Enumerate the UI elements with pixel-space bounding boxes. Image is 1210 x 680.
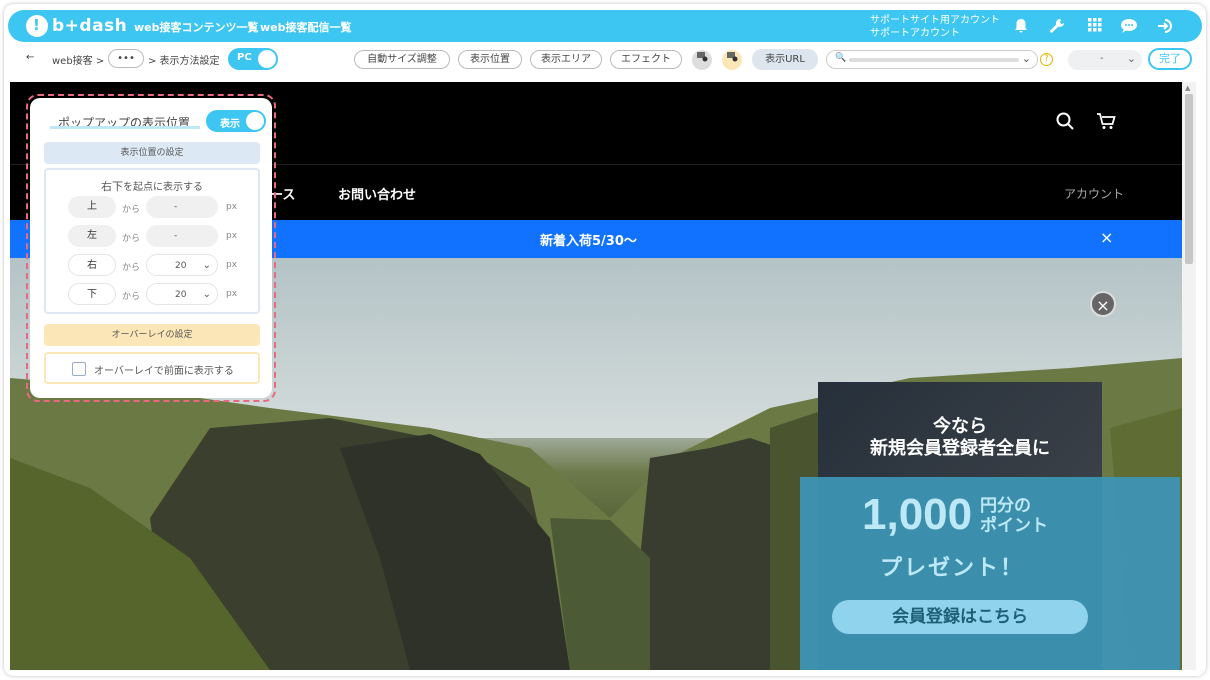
signup-button[interactable]: 会員登録はこちら xyxy=(832,600,1088,634)
origin-text: 右下を起点に表示する xyxy=(46,178,258,194)
chat-icon[interactable] xyxy=(1120,18,1138,36)
nav-delivery-list[interactable]: web接客配信一覧 xyxy=(260,19,352,35)
back-button[interactable]: ← xyxy=(26,52,34,63)
display-url-button[interactable]: 表示URL xyxy=(752,49,818,70)
breadcrumb-current: > 表示方法設定 xyxy=(148,56,220,67)
support-account-line2: サポートアカウント xyxy=(870,28,960,39)
secondary-select[interactable]: - ⌄ xyxy=(1068,50,1142,70)
chevron-down-icon: ⌄ xyxy=(1126,52,1136,65)
left-label: 左 xyxy=(68,225,116,247)
chevron-down-icon: ⌄ xyxy=(1021,52,1031,65)
search-icon: 🔍 xyxy=(835,53,847,63)
site-account-link[interactable]: アカウント xyxy=(1064,185,1124,202)
bottom-label: 下 xyxy=(68,283,116,305)
url-value xyxy=(849,58,1019,62)
wrench-icon[interactable] xyxy=(1048,18,1066,36)
cart-icon[interactable] xyxy=(1096,112,1116,135)
bottom-offset-select[interactable]: 20 ⌄ xyxy=(146,283,218,305)
position-button[interactable]: 表示位置 xyxy=(458,50,522,69)
top-header: b+dash web接客コンテンツ一覧 web接客配信一覧 サポートサイト用アカ… xyxy=(8,10,1202,42)
overlay-option: オーバーレイで前面に表示する xyxy=(44,352,260,384)
overlay-checkbox-label[interactable]: オーバーレイで前面に表示する xyxy=(94,362,234,377)
left-offset-value: - xyxy=(174,231,178,241)
search-icon[interactable] xyxy=(1056,112,1074,135)
popup-unit-line2: ポイント xyxy=(980,516,1048,536)
bottom-unit: px xyxy=(226,289,238,299)
support-account-line1: サポートサイト用アカウント xyxy=(870,15,1000,26)
top-offset-value: - xyxy=(174,202,178,212)
popup-close-icon[interactable]: × xyxy=(1090,291,1116,317)
device-toggle-knob xyxy=(258,50,276,68)
breadcrumb-root[interactable]: web接客 > xyxy=(52,52,104,67)
scroll-up-icon[interactable]: ▲ xyxy=(1185,84,1190,92)
display-toggle-label: 表示 xyxy=(220,119,240,130)
effect-button[interactable]: エフェクト xyxy=(610,50,682,69)
logout-icon[interactable] xyxy=(1156,18,1174,36)
breadcrumb-more-button[interactable]: ••• xyxy=(108,49,144,68)
position-section-header: 表示位置の設定 xyxy=(44,142,260,164)
right-offset-value: 20 xyxy=(175,261,187,271)
panel-title-underline xyxy=(50,126,200,129)
popup-line2: 新規会員登録者全員に xyxy=(870,438,1050,459)
top-label: 上 xyxy=(68,196,116,218)
support-account[interactable]: サポートサイト用アカウント サポートアカウント xyxy=(870,14,1000,40)
position-settings-panel: ポップアップの表示位置 表示 表示位置の設定 右下を起点に表示する 上 から -… xyxy=(30,98,272,398)
popup-unit: 円分の ポイント xyxy=(980,496,1048,536)
right-offset-select[interactable]: 20 ⌄ xyxy=(146,254,218,276)
popup-unit-line1: 円分の xyxy=(980,496,1031,516)
left-offset-select: - xyxy=(146,225,218,247)
top-offset-select: - xyxy=(146,196,218,218)
top-from: から xyxy=(122,205,141,215)
overlay-section-header: オーバーレイの設定 xyxy=(44,324,260,346)
logo-text: b+dash xyxy=(52,16,128,36)
scrollbar-thumb[interactable] xyxy=(1185,94,1193,264)
right-unit: px xyxy=(226,260,238,270)
device-toggle[interactable]: PC xyxy=(228,48,278,70)
overlay-checkbox[interactable] xyxy=(72,362,86,376)
left-unit: px xyxy=(226,231,238,241)
logo[interactable]: b+dash xyxy=(26,14,127,38)
settings-toolbar: ← web接客 > ••• > 表示方法設定 PC 自動サイズ調整 表示位置 表… xyxy=(4,44,1206,74)
right-from: から xyxy=(122,263,141,273)
origin-prefix: 右下 xyxy=(101,180,123,193)
display-toggle-knob xyxy=(246,112,264,130)
done-button[interactable]: 完了 xyxy=(1148,48,1192,70)
auto-size-button[interactable]: 自動サイズ調整 xyxy=(354,50,450,69)
popup-ad[interactable]: 今なら 新規会員登録者全員に 1,000 円分の ポイント プレゼント！ 会員登… xyxy=(800,382,1180,670)
app-window: b+dash web接客コンテンツ一覧 web接客配信一覧 サポートサイト用アカ… xyxy=(4,4,1206,676)
bottom-offset-value: 20 xyxy=(175,290,187,300)
secondary-select-value: - xyxy=(1100,53,1104,64)
popup-amount: 1,000 xyxy=(862,490,973,539)
bottom-from: から xyxy=(122,292,141,302)
chevron-down-icon: ⌄ xyxy=(202,260,211,271)
preview-icon[interactable] xyxy=(692,50,712,70)
logo-icon xyxy=(26,15,48,37)
site-nav-contact[interactable]: お問い合わせ xyxy=(338,184,416,203)
display-area-button[interactable]: 表示エリア xyxy=(530,50,602,69)
banner-close-icon[interactable]: × xyxy=(1100,228,1113,247)
bell-icon[interactable] xyxy=(1012,18,1030,36)
right-label: 右 xyxy=(68,254,116,276)
grid-icon[interactable] xyxy=(1086,18,1104,36)
url-select[interactable]: 🔍 ⌄ xyxy=(826,50,1038,69)
left-from: から xyxy=(122,234,141,244)
device-toggle-label: PC xyxy=(237,52,252,63)
display-toggle[interactable]: 表示 xyxy=(206,110,266,132)
nav-content-list[interactable]: web接客コンテンツ一覧 xyxy=(134,19,259,35)
help-icon[interactable]: ? xyxy=(1040,53,1053,66)
origin-suffix: を起点に表示する xyxy=(123,182,203,193)
chevron-down-icon: ⌄ xyxy=(202,289,211,300)
popup-present: プレゼント！ xyxy=(880,556,1025,581)
scrollbar[interactable]: ▲ xyxy=(1182,82,1196,670)
position-fields: 右下を起点に表示する 上 から - px 左 から - px 右 から 20 ⌄ … xyxy=(44,168,260,314)
top-unit: px xyxy=(226,202,238,212)
preview-alt-icon[interactable] xyxy=(722,50,742,70)
banner-text: 新着入荷5/30〜 xyxy=(540,234,637,249)
